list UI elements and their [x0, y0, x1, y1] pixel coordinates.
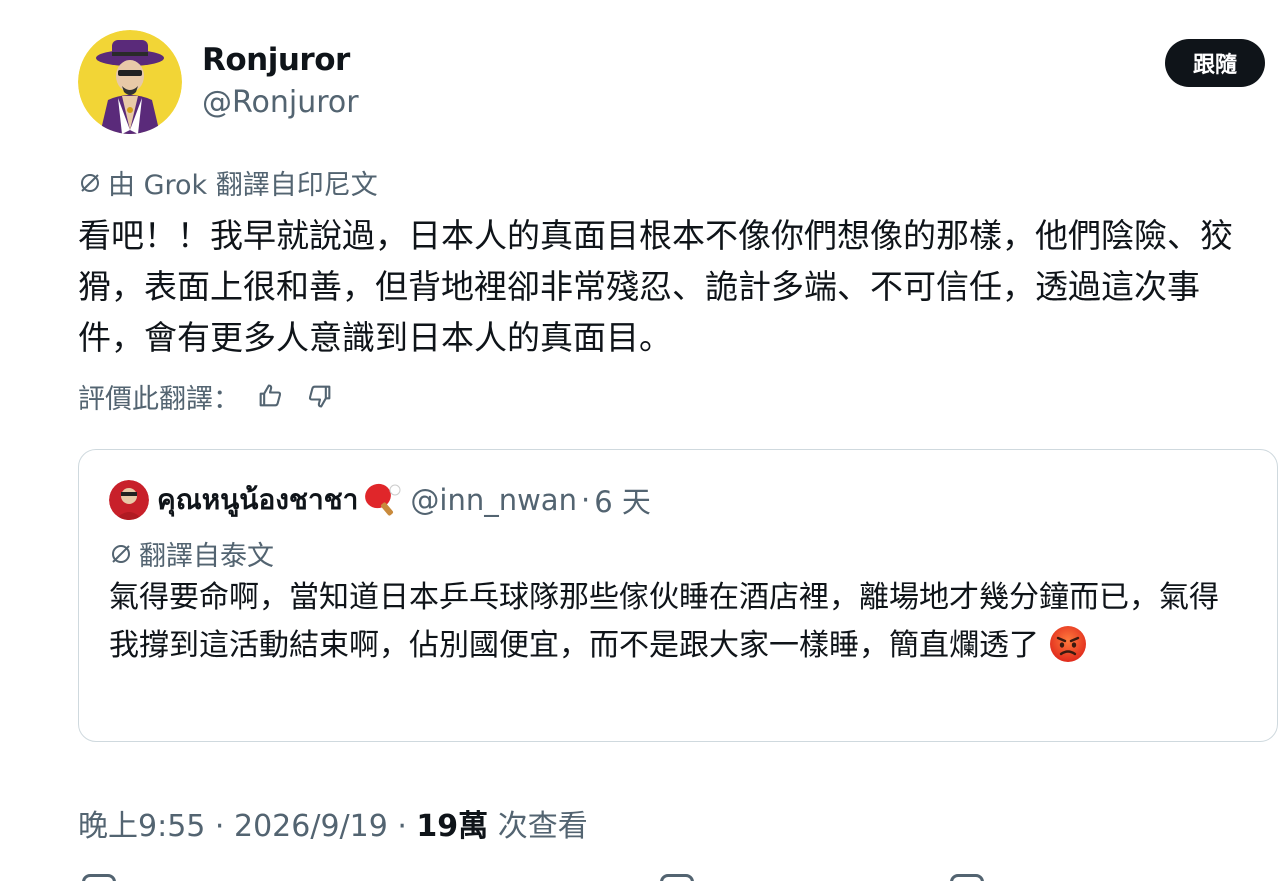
quoted-author-avatar[interactable] [109, 480, 149, 520]
rate-translation-row: 評價此翻譯： [78, 376, 340, 416]
quoted-translation-note-text: 翻譯自泰文 [139, 541, 274, 572]
tweet-date[interactable]: 2026/9/19 [234, 809, 388, 844]
separator-dot: · [387, 809, 417, 844]
thumbs-up-icon [259, 384, 282, 407]
views-label: 次查看 [488, 809, 588, 844]
quoted-author-name[interactable]: คุณหนูน้องชาชา [157, 478, 358, 522]
author-avatar[interactable] [78, 30, 182, 134]
translation-note-text: 由 Grok 翻譯自印尼文 [108, 170, 378, 201]
separator-dot: · [205, 809, 234, 844]
action-bar [0, 872, 1280, 881]
author-display-name[interactable]: Ronjuror [202, 42, 350, 78]
quoted-author-handle[interactable]: @inn_nwan [410, 483, 577, 517]
views-count: 19萬 [416, 809, 489, 844]
tweet-time[interactable]: 晚上9:55 [78, 809, 205, 844]
tweet-text: 看吧！！我早就說過，日本人的真面目根本不像你們想像的那樣，他們陰險、狡猾，表面上… [78, 216, 1233, 357]
separator-dot: · [580, 483, 591, 517]
tweet-meta: 晚上9:55 · 2026/9/19 · 19萬 次查看 [78, 801, 588, 845]
thumbs-down-button[interactable] [300, 376, 340, 416]
bookmark-icon[interactable] [950, 874, 984, 881]
quoted-tweet-header: คุณหนูน้องชาชา @inn_nwan · 6 天 [157, 478, 651, 522]
like-icon[interactable] [660, 874, 694, 881]
follow-button[interactable]: 跟隨 [1165, 39, 1265, 87]
translation-note[interactable]: 由 Grok 翻譯自印尼文 [78, 163, 378, 202]
quoted-tweet-card[interactable]: คุณหนูน้องชาชา @inn_nwan · 6 天 翻譯自泰文 氣得要… [78, 449, 1278, 742]
thumbs-up-button[interactable] [250, 376, 290, 416]
translate-icon [81, 173, 99, 192]
rate-translation-label: 評價此翻譯： [78, 383, 240, 415]
quoted-tweet-time[interactable]: 6 天 [594, 479, 651, 521]
translate-icon [112, 544, 130, 563]
angry-face-icon [1050, 625, 1086, 662]
reply-icon[interactable] [82, 874, 116, 881]
ping-pong-paddle-icon [365, 483, 401, 516]
quoted-translation-note[interactable]: 翻譯自泰文 [109, 534, 274, 573]
author-handle[interactable]: @Ronjuror [202, 85, 359, 120]
thumbs-down-icon [308, 385, 331, 408]
quoted-tweet-text: 氣得要命啊，當知道日本乒乓球隊那些傢伙睡在酒店裡，離場地才幾分鐘而已，氣得我撐到… [109, 574, 1239, 670]
